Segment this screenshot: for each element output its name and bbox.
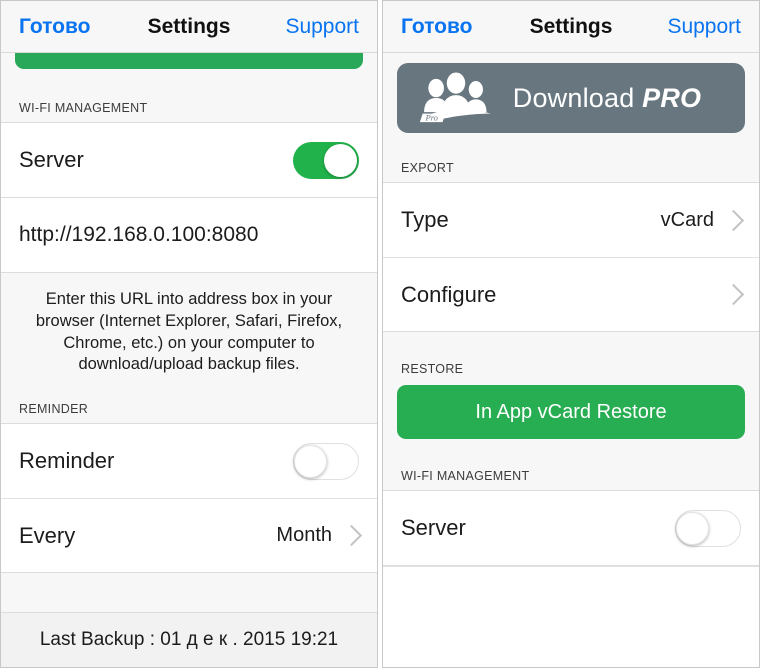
chevron-right-icon-every — [340, 524, 363, 547]
partial-green-button-body — [15, 53, 363, 69]
spacer-above-wifi-header — [1, 71, 377, 101]
done-button-right[interactable]: Готово — [401, 15, 472, 39]
partial-green-button[interactable] — [1, 53, 377, 71]
left-phone-screen: Готово Settings Support WI-FI MANAGEMENT… — [0, 0, 378, 668]
right-bottom-filler — [383, 566, 759, 667]
in-app-vcard-restore-button[interactable]: In App vCard Restore — [397, 385, 745, 439]
server-row-label-left: Server — [19, 147, 84, 172]
reminder-row-label: Reminder — [19, 448, 115, 474]
done-button-left[interactable]: Готово — [19, 15, 90, 39]
server-toggle-knob-right — [676, 511, 709, 545]
download-pro-label: Download PRO — [501, 83, 725, 114]
chevron-right-icon-configure — [722, 283, 745, 306]
server-toggle-left[interactable] — [293, 141, 359, 179]
server-row-label-right: Server — [401, 515, 466, 540]
spacer-above-restore-header — [383, 332, 759, 362]
url-instructions-note: Enter this URL into address box in your … — [1, 273, 377, 403]
reminder-row[interactable]: Reminder — [1, 424, 377, 499]
reminder-group: Reminder Every Month — [1, 423, 377, 574]
spacer-above-export-header — [383, 147, 759, 161]
dual-screenshot-container: Готово Settings Support WI-FI MANAGEMENT… — [0, 0, 760, 668]
download-pro-banner[interactable]: Pro Download PRO — [397, 63, 745, 133]
server-toggle-right[interactable] — [675, 509, 741, 547]
every-row[interactable]: Every Month — [1, 498, 377, 573]
section-header-restore: RESTORE — [383, 362, 759, 383]
spacer-above-wifi-header-right — [383, 439, 759, 469]
right-phone-screen: Готово Settings Support Pro Download PRO… — [382, 0, 760, 668]
right-navbar: Готово Settings Support — [383, 1, 759, 53]
configure-row-label: Configure — [401, 281, 497, 307]
server-toggle-knob-left — [324, 143, 357, 177]
wifi-group-right: Server — [383, 490, 759, 566]
left-scroll-content[interactable]: WI-FI MANAGEMENT Server http://192.168.0… — [1, 53, 377, 612]
support-button-right[interactable]: Support — [667, 15, 741, 39]
section-header-wifi-management-left: WI-FI MANAGEMENT — [1, 101, 377, 122]
type-row[interactable]: Type vCard — [383, 183, 759, 257]
section-header-reminder: REMINDER — [1, 402, 377, 424]
download-pro-label-pro: PRO — [642, 82, 702, 113]
people-group-icon: Pro — [419, 72, 491, 123]
restore-button-container: In App vCard Restore — [383, 383, 759, 439]
export-group: Type vCard Configure — [383, 182, 759, 332]
left-navbar: Готово Settings Support — [1, 1, 377, 53]
section-header-export: EXPORT — [383, 161, 759, 182]
pro-banner-container: Pro Download PRO — [383, 53, 759, 147]
download-pro-label-main: Download — [512, 82, 643, 113]
type-row-label: Type — [401, 207, 449, 232]
server-url-row[interactable]: http://192.168.0.100:8080 — [1, 198, 377, 272]
support-button-left[interactable]: Support — [285, 15, 359, 39]
configure-row[interactable]: Configure — [383, 257, 759, 331]
chevron-right-icon-type — [722, 209, 745, 231]
every-row-label: Every — [19, 522, 76, 548]
reminder-toggle[interactable] — [293, 442, 359, 480]
wifi-group-left: Server — [1, 122, 377, 198]
pro-badge-text: Pro — [425, 113, 438, 123]
right-scroll-content[interactable]: Pro Download PRO EXPORT Type vCard Confi… — [383, 53, 759, 667]
section-header-wifi-management-right: WI-FI MANAGEMENT — [383, 469, 759, 490]
server-row-right[interactable]: Server — [383, 491, 759, 565]
left-bottom-filler — [1, 573, 377, 612]
last-backup-footer: Last Backup : 01 д е к . 2015 19:21 — [1, 612, 377, 667]
type-row-value: vCard — [660, 208, 714, 231]
reminder-toggle-knob — [294, 444, 327, 478]
server-row-left[interactable]: Server — [1, 123, 377, 197]
every-row-value: Month — [276, 524, 332, 547]
url-group-left: http://192.168.0.100:8080 — [1, 198, 377, 273]
